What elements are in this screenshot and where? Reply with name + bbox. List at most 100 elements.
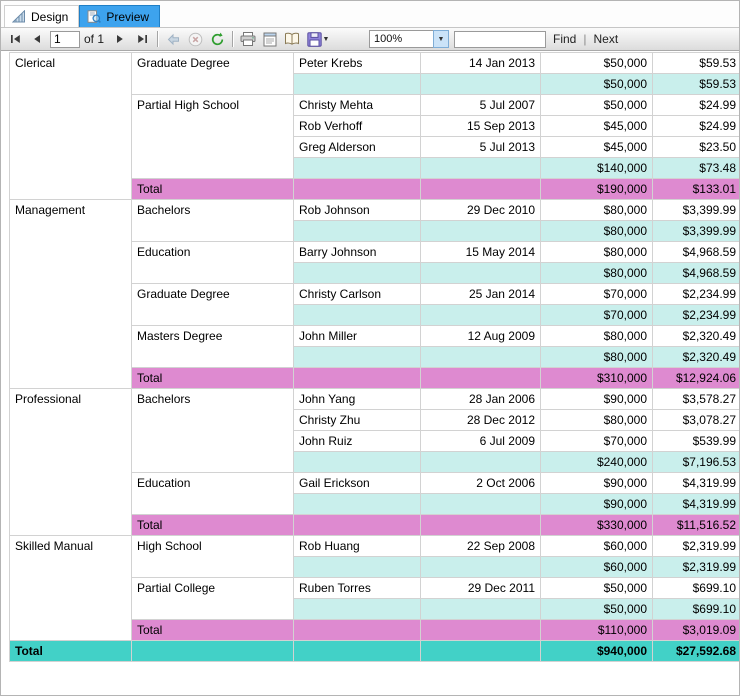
table-cell: $70,000 <box>540 304 653 326</box>
print-layout-icon <box>263 32 277 46</box>
back-arrow-icon <box>167 33 179 45</box>
table-cell: $80,000 <box>540 346 653 368</box>
table-cell: Education <box>131 472 294 515</box>
table-cell <box>293 640 421 662</box>
table-cell: $59.53 <box>652 52 739 74</box>
table-cell <box>420 493 541 515</box>
chevron-down-icon: ▼ <box>322 35 330 43</box>
table-cell: 28 Dec 2012 <box>420 409 541 431</box>
next-link[interactable]: Next <box>586 32 625 46</box>
report-body: Clerical Graduate Degree Peter Krebs 14 Jan… <box>1 51 739 695</box>
table-cell: Christy Carlson <box>293 283 421 305</box>
export-save-icon <box>306 31 322 47</box>
table-cell: 5 Jul 2013 <box>420 136 541 158</box>
table-cell: Rob Verhoff <box>293 115 421 137</box>
back-button[interactable] <box>162 29 184 49</box>
page-setup-book-icon <box>285 32 300 45</box>
table-cell: $90,000 <box>540 472 653 494</box>
table-cell <box>293 619 421 641</box>
zoom-dropdown-button[interactable]: ▼ <box>433 30 450 48</box>
table-cell <box>293 178 421 200</box>
stop-button[interactable] <box>184 29 206 49</box>
table-cell: $60,000 <box>540 556 653 578</box>
table-cell: 15 Sep 2013 <box>420 115 541 137</box>
stop-icon <box>188 32 202 46</box>
table-cell: Ruben Torres <box>293 577 421 599</box>
table-row: Skilled Manual High School Rob Huang 22 Sep… <box>9 535 739 641</box>
first-page-icon <box>10 35 20 43</box>
table-cell: $23.50 <box>652 136 739 158</box>
toolbar-separator <box>157 31 159 47</box>
page-setup-button[interactable] <box>281 29 303 49</box>
table-cell: $330,000 <box>540 514 653 536</box>
table-cell: 29 Dec 2010 <box>420 199 541 221</box>
table-cell: $3,578.27 <box>652 388 739 410</box>
table-cell: John Yang <box>293 388 421 410</box>
refresh-button[interactable] <box>206 29 228 49</box>
table-cell <box>293 73 421 95</box>
table-cell: $90,000 <box>540 493 653 515</box>
last-page-button[interactable] <box>131 29 153 49</box>
table-cell <box>420 556 541 578</box>
tab-design[interactable]: Design <box>4 5 80 27</box>
table-cell: John Miller <box>293 325 421 347</box>
table-cell: High School <box>131 535 294 578</box>
table-cell: Christy Zhu <box>293 409 421 431</box>
table-cell <box>293 514 421 536</box>
table-cell: $3,078.27 <box>652 409 739 431</box>
tab-preview[interactable]: Preview <box>79 5 161 27</box>
table-cell: $2,320.49 <box>652 325 739 347</box>
print-button[interactable] <box>237 29 259 49</box>
find-link[interactable]: Find <box>546 32 583 46</box>
table-cell: Management <box>9 199 132 389</box>
table-cell: $3,399.99 <box>652 220 739 242</box>
table-cell: $12,924.06 <box>652 367 739 389</box>
refresh-icon <box>211 32 223 45</box>
table-cell <box>293 262 421 284</box>
table-cell: Gail Erickson <box>293 472 421 494</box>
table-cell <box>293 220 421 242</box>
prev-page-button[interactable] <box>26 29 48 49</box>
table-cell: $24.99 <box>652 94 739 116</box>
design-ruler-icon <box>12 10 26 23</box>
first-page-button[interactable] <box>4 29 26 49</box>
table-cell: 25 Jan 2014 <box>420 283 541 305</box>
report-toolbar: of 1 ▼ 100% <box>1 27 739 51</box>
table-cell: Clerical <box>9 52 132 200</box>
table-cell: $3,019.09 <box>652 619 739 641</box>
table-cell: $60,000 <box>540 535 653 557</box>
table-cell: $940,000 <box>540 640 653 662</box>
print-layout-button[interactable] <box>259 29 281 49</box>
find-input[interactable] <box>454 30 547 48</box>
table-cell <box>420 640 541 662</box>
table-cell: 6 Jul 2009 <box>420 430 541 452</box>
table-cell: 2 Oct 2006 <box>420 472 541 494</box>
table-cell: 5 Jul 2007 <box>420 94 541 116</box>
table-cell: Professional <box>9 388 132 536</box>
table-cell: $2,234.99 <box>652 283 739 305</box>
table-cell: $4,319.99 <box>652 472 739 494</box>
table-cell: John Ruiz <box>293 430 421 452</box>
table-cell <box>420 451 541 473</box>
table-cell: $59.53 <box>652 73 739 95</box>
zoom-select[interactable]: 100% ▼ <box>369 30 450 48</box>
next-page-button[interactable] <box>109 29 131 49</box>
table-cell: $190,000 <box>540 178 653 200</box>
table-row: Management Bachelors Rob Johnson 29 Dec 201… <box>9 199 739 389</box>
printer-icon <box>240 32 256 46</box>
table-cell: $4,968.59 <box>652 241 739 263</box>
page-number-input[interactable] <box>50 30 80 48</box>
table-cell: $45,000 <box>540 136 653 158</box>
table-cell: $50,000 <box>540 73 653 95</box>
table-cell: Rob Johnson <box>293 199 421 221</box>
tab-design-label: Design <box>31 9 69 24</box>
table-cell: 14 Jan 2013 <box>420 52 541 74</box>
table-cell: Graduate Degree <box>131 52 294 95</box>
table-cell <box>420 178 541 200</box>
document-tabs: Design Preview <box>1 1 739 27</box>
report-table: Clerical Graduate Degree Peter Krebs 14 Jan… <box>9 52 739 662</box>
table-cell: Total <box>131 619 294 641</box>
table-cell: Bachelors <box>131 199 294 242</box>
table-row: Professional Bachelors John Yang 28 Jan 200… <box>9 388 739 536</box>
export-button[interactable]: ▼ <box>303 29 333 49</box>
